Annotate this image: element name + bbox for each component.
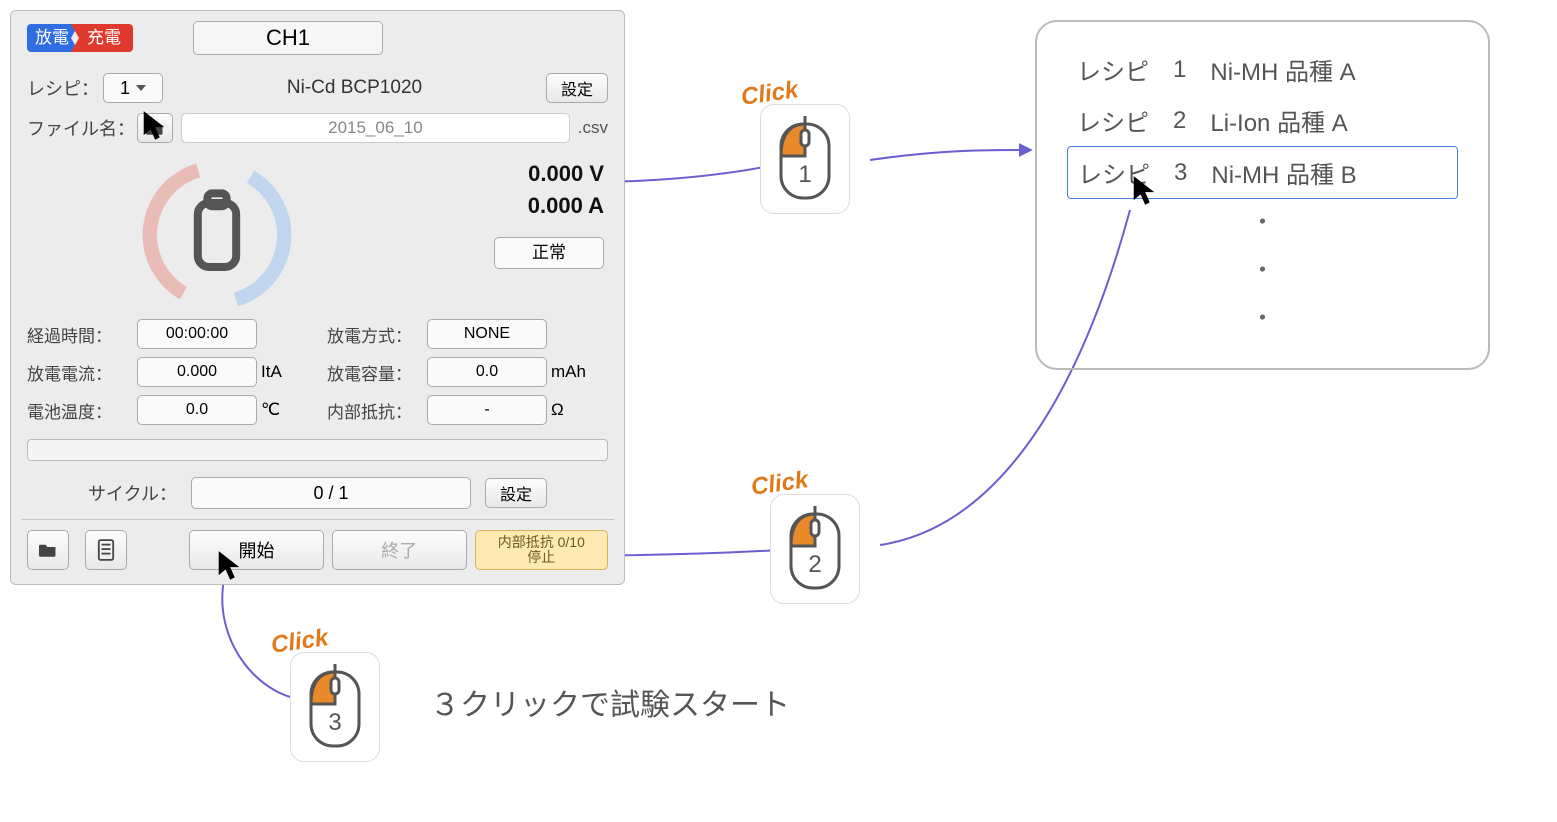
folder-icon	[39, 543, 57, 557]
recipe-item-label: レシピ	[1077, 103, 1149, 138]
svg-text:2: 2	[808, 551, 821, 578]
ir-value: -	[427, 395, 547, 425]
recipe-list-popup: レシピ 1 Ni-MH 品種 A レシピ 2 Li-Ion 品種 A レシピ 3…	[1035, 20, 1490, 370]
elapsed-value: 00:00:00	[137, 319, 257, 349]
temp-label: 電池温度：	[27, 398, 137, 423]
metrics-grid: 経過時間： 00:00:00 放電方式： NONE 放電電流： 0.000 It…	[27, 319, 608, 425]
temp-value: 0.0	[137, 395, 257, 425]
mouse-icon: 2	[770, 494, 860, 604]
start-button[interactable]: 開始	[189, 530, 324, 570]
recipe-selected: 1	[120, 78, 130, 99]
cursor-icon	[140, 110, 168, 142]
log-button[interactable]	[85, 530, 127, 570]
battery-gauge	[137, 155, 297, 315]
open-folder-button[interactable]	[27, 530, 69, 570]
recipe-list-item[interactable]: レシピ 1 Ni-MH 品種 A	[1067, 44, 1458, 95]
ir-status-line1: 内部抵抗 0/10	[498, 535, 585, 550]
ellipsis: ・・・	[1067, 199, 1458, 343]
file-name-input[interactable]: 2015_06_10	[181, 113, 570, 143]
recipe-name: Ni-Cd BCP1020	[163, 77, 546, 99]
caption: ３クリックで試験スタート	[430, 680, 790, 724]
recipe-item-name: Li-Ion 品種 A	[1210, 103, 1347, 138]
divider	[21, 519, 614, 520]
recipe-dropdown[interactable]: 1	[103, 73, 163, 103]
gauge-area: 0.000 V 0.000 A 正常	[27, 155, 608, 315]
discharge-capacity-label: 放電容量：	[327, 360, 427, 385]
recipe-item-name: Ni-MH 品種 B	[1211, 155, 1356, 190]
ir-status-line2: 停止	[527, 550, 555, 565]
discharge-capacity-unit: mAh	[547, 362, 597, 382]
channel-panel: 放電 充電 CH1 レシピ： 1 Ni-Cd BCP1020 設定 ファイル名：…	[10, 10, 625, 585]
document-icon	[97, 539, 115, 561]
cycle-label: サイクル：	[88, 480, 177, 506]
mouse-step-1: Click 1	[760, 80, 850, 214]
mouse-icon: 3	[290, 652, 380, 762]
recipe-item-name: Ni-MH 品種 A	[1210, 52, 1355, 87]
progress-bar	[27, 439, 608, 461]
status-indicator: 正常	[494, 237, 604, 269]
file-row: ファイル名： 2015_06_10 .csv	[27, 113, 608, 143]
discharge-mode-label: 放電方式：	[327, 322, 427, 347]
cycle-settings-button[interactable]: 設定	[485, 478, 547, 508]
cursor-icon	[215, 550, 243, 582]
elapsed-label: 経過時間：	[27, 322, 137, 347]
mode-charge: 充電	[71, 24, 133, 52]
recipe-item-num: 3	[1174, 159, 1187, 187]
cycle-row: サイクル： 0 / 1 設定	[27, 477, 608, 509]
channel-indicator: CH1	[193, 21, 383, 55]
end-button[interactable]: 終了	[332, 530, 467, 570]
file-label: ファイル名：	[27, 115, 137, 141]
recipe-row: レシピ： 1 Ni-Cd BCP1020 設定	[27, 73, 608, 103]
recipe-item-num: 1	[1173, 56, 1186, 84]
recipe-label: レシピ：	[27, 75, 99, 101]
recipe-item-label: レシピ	[1077, 52, 1149, 87]
mode-discharge: 放電	[27, 24, 79, 52]
ir-unit: Ω	[547, 400, 597, 420]
recipe-settings-button[interactable]: 設定	[546, 73, 608, 103]
bottom-row: 開始 終了 内部抵抗 0/10 停止	[27, 530, 608, 570]
discharge-capacity-value: 0.0	[427, 357, 547, 387]
header-row: 放電 充電 CH1	[27, 21, 608, 55]
discharge-mode-value: NONE	[427, 319, 547, 349]
temp-unit: ℃	[257, 400, 297, 420]
svg-text:1: 1	[798, 161, 811, 188]
recipe-list-item[interactable]: レシピ 3 Ni-MH 品種 B	[1067, 146, 1458, 199]
mouse-step-3: Click 3	[290, 628, 380, 762]
mouse-step-2: Click 2	[770, 470, 860, 604]
discharge-current-value: 0.000	[137, 357, 257, 387]
cursor-icon	[1130, 175, 1158, 207]
ir-status-box: 内部抵抗 0/10 停止	[475, 530, 608, 570]
voltage-reading: 0.000 V	[494, 161, 604, 187]
mode-tag: 放電 充電	[27, 24, 133, 52]
readings: 0.000 V 0.000 A 正常	[494, 155, 608, 315]
mouse-icon: 1	[760, 104, 850, 214]
current-reading: 0.000 A	[494, 193, 604, 219]
recipe-list-item[interactable]: レシピ 2 Li-Ion 品種 A	[1067, 95, 1458, 146]
recipe-item-num: 2	[1173, 107, 1186, 135]
file-ext: .csv	[578, 118, 608, 138]
discharge-current-unit: ItA	[257, 362, 297, 382]
svg-text:3: 3	[328, 709, 341, 736]
ir-label: 内部抵抗：	[327, 398, 427, 423]
discharge-current-label: 放電電流：	[27, 360, 137, 385]
cycle-value: 0 / 1	[191, 477, 471, 509]
